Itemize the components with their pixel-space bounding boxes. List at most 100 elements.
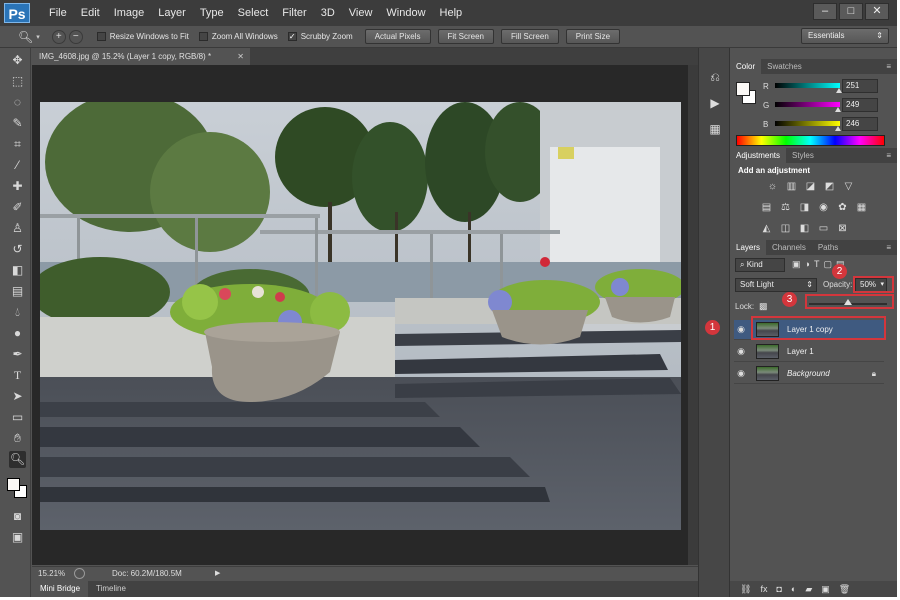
fit-screen-button[interactable]: Fit Screen [437, 29, 494, 44]
fill-screen-button[interactable]: Fill Screen [500, 29, 559, 44]
clone-stamp-tool-icon[interactable]: ♙ [9, 220, 26, 237]
status-menu-arrow-icon[interactable]: ▶ [215, 567, 220, 580]
close-tab-icon[interactable]: ✕ [237, 48, 244, 65]
type-tool-icon[interactable]: T [9, 367, 26, 384]
menu-view[interactable]: View [342, 7, 380, 19]
screen-mode-icon[interactable]: ▣ [9, 529, 26, 546]
quick-selection-tool-icon[interactable]: ✎ [9, 115, 26, 132]
quick-mask-icon[interactable]: ◙ [9, 508, 26, 525]
path-selection-tool-icon[interactable]: ➤ [9, 388, 26, 405]
brightness-contrast-icon[interactable]: ☼ [766, 180, 779, 193]
gradient-tool-icon[interactable]: ▤ [9, 283, 26, 300]
brush-tool-icon[interactable]: ✐ [9, 199, 26, 216]
color-channel-row[interactable]: B 246 [730, 117, 897, 133]
pen-tool-icon[interactable]: ✒ [9, 346, 26, 363]
print-size-button[interactable]: Print Size [565, 29, 621, 44]
link-layers-icon[interactable]: ⛓︎ [740, 581, 751, 597]
tab-timeline[interactable]: Timeline [88, 581, 134, 597]
blend-mode-select[interactable]: Soft Light ⇕ [735, 278, 817, 292]
new-adjustment-layer-icon[interactable]: ◐ [791, 581, 796, 597]
hue-saturation-icon[interactable]: ▤ [760, 201, 773, 214]
document-image[interactable] [40, 102, 681, 530]
menu-type[interactable]: Type [193, 7, 231, 19]
zoom-tool-preset-icon[interactable]: 🔍︎ [18, 30, 33, 44]
properties-panel-icon[interactable]: ▦ [706, 120, 724, 138]
tab-paths[interactable]: Paths [812, 240, 844, 255]
zoom-out-icon[interactable]: − [68, 29, 83, 44]
eye-icon[interactable]: ◉ [734, 346, 748, 357]
dodge-tool-icon[interactable]: ● [9, 325, 26, 342]
layer-row[interactable]: ◉ Background 🔒︎ [734, 364, 884, 384]
tab-mini-bridge[interactable]: Mini Bridge [32, 581, 89, 597]
panel-menu-icon[interactable]: ≡ [886, 59, 891, 74]
color-channel-row[interactable]: G 249 [730, 98, 897, 114]
menu-layer[interactable]: Layer [151, 7, 193, 19]
posterize-icon[interactable]: ◫ [779, 222, 792, 235]
checkbox-box[interactable]: ✓ [287, 32, 297, 41]
gradient-map-icon[interactable]: ▭ [817, 222, 830, 235]
menu-help[interactable]: Help [433, 7, 470, 19]
color-lookup-icon[interactable]: ▦ [855, 201, 868, 214]
threshold-icon[interactable]: ◧ [798, 222, 811, 235]
color-channel-row[interactable]: R 251 [730, 79, 897, 95]
layer-name[interactable]: Layer 1 [787, 347, 814, 356]
checkbox-box[interactable] [198, 32, 208, 41]
menu-3d[interactable]: 3D [314, 7, 342, 19]
layer-style-icon[interactable]: fx [760, 581, 767, 597]
photo-filter-icon[interactable]: ◉ [817, 201, 830, 214]
eraser-tool-icon[interactable]: ◧ [9, 262, 26, 279]
new-layer-icon[interactable]: ▣ [821, 581, 830, 597]
maximize-button[interactable]: □ [839, 3, 863, 20]
menu-edit[interactable]: Edit [74, 7, 107, 19]
channel-slider-thumb[interactable] [834, 126, 841, 131]
invert-icon[interactable]: ◭ [760, 222, 773, 235]
eye-icon[interactable]: ◉ [734, 368, 748, 379]
layer-thumbnail[interactable] [756, 344, 779, 359]
chevron-down-icon[interactable]: ▾ [36, 33, 40, 41]
menu-select[interactable]: Select [231, 7, 276, 19]
filter-pixel-icon[interactable]: ▣ [792, 259, 801, 270]
menu-filter[interactable]: Filter [275, 7, 313, 19]
selective-color-icon[interactable]: ⊠ [836, 222, 849, 235]
tab-layers[interactable]: Layers [730, 240, 767, 255]
canvas-area[interactable] [32, 65, 688, 565]
history-panel-icon[interactable]: ⎌ [706, 68, 724, 86]
black-white-icon[interactable]: ◨ [798, 201, 811, 214]
layer-row[interactable]: ◉ Layer 1 [734, 342, 884, 362]
channel-gradient[interactable] [775, 102, 840, 107]
history-brush-tool-icon[interactable]: ↺ [9, 241, 26, 258]
rectangle-tool-icon[interactable]: ▭ [9, 409, 26, 426]
zoom-in-icon[interactable]: + [51, 29, 66, 44]
filter-shape-icon[interactable]: ▢ [823, 259, 832, 270]
color-balance-icon[interactable]: ⚖ [779, 201, 792, 214]
actions-panel-icon[interactable]: ▶ [706, 94, 724, 112]
close-button[interactable]: ✕ [865, 3, 889, 20]
levels-icon[interactable]: ▥ [785, 180, 798, 193]
zoom-tool-icon[interactable]: 🔍︎ [9, 451, 26, 468]
exposure-icon[interactable]: ◩ [823, 180, 836, 193]
healing-brush-tool-icon[interactable]: ✚ [9, 178, 26, 195]
workspace-select[interactable]: Essentials ⇕ [801, 28, 889, 44]
move-tool-icon[interactable]: ✥ [9, 52, 26, 69]
resize-windows-checkbox[interactable]: Resize Windows to Fit [96, 32, 189, 41]
tab-adjustments[interactable]: Adjustments [730, 148, 787, 163]
layer-thumbnail[interactable] [756, 366, 779, 381]
panel-menu-icon[interactable]: ≡ [886, 240, 891, 255]
hand-tool-icon[interactable]: ✋︎ [9, 430, 26, 447]
channel-value-field[interactable]: 249 [842, 98, 878, 112]
add-mask-icon[interactable]: ◘ [776, 581, 781, 597]
channel-gradient[interactable] [775, 83, 840, 88]
channel-mixer-icon[interactable]: ✿ [836, 201, 849, 214]
canvas-vertical-scrollbar[interactable] [688, 65, 698, 565]
curves-icon[interactable]: ◪ [804, 180, 817, 193]
actual-pixels-button[interactable]: Actual Pixels [364, 29, 431, 44]
eye-icon[interactable]: ◉ [734, 324, 748, 335]
minimize-button[interactable]: – [813, 3, 837, 20]
lock-transparent-icon[interactable]: ▩ [759, 301, 768, 312]
document-tab[interactable]: IMG_4608.jpg @ 15.2% (Layer 1 copy, RGB/… [32, 48, 250, 65]
checkbox-box[interactable] [96, 32, 106, 41]
filter-type-icon[interactable]: T [814, 259, 820, 270]
layer-filter-select[interactable]: ⌕ Kind [735, 258, 785, 272]
delete-layer-icon[interactable]: 🗑︎ [839, 581, 850, 597]
channel-value-field[interactable]: 246 [842, 117, 878, 131]
